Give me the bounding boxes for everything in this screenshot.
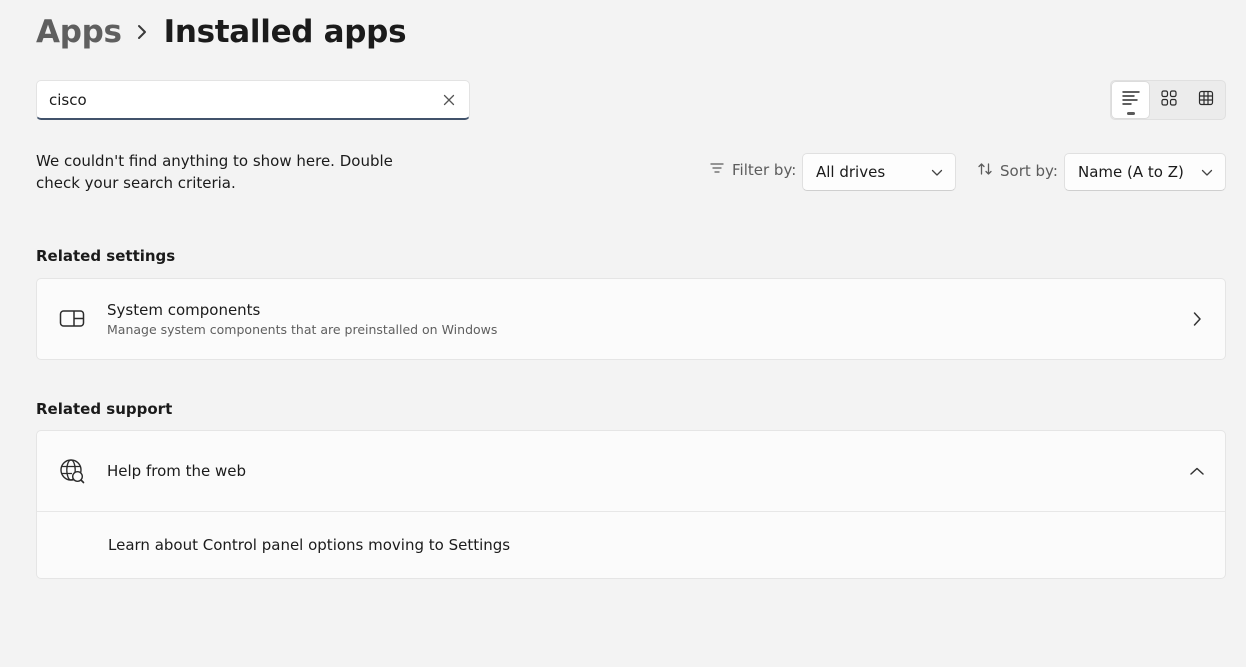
filter-dropdown[interactable]: All drives: [802, 153, 956, 191]
search-input[interactable]: [49, 90, 439, 109]
related-support-heading: Related support: [36, 400, 173, 418]
sort-value: Name (A to Z): [1078, 163, 1184, 181]
installed-apps-page: Apps Installed apps cisco We couldn't fi…: [0, 0, 1246, 667]
grid-icon: [1161, 90, 1177, 110]
list-icon: [1121, 90, 1140, 110]
system-components-link[interactable]: System components Manage system componen…: [37, 279, 1225, 359]
close-icon[interactable]: [439, 90, 459, 110]
help-link-row: Learn about Control panel options moving…: [37, 512, 1225, 578]
grid-view-button[interactable]: [1150, 81, 1187, 119]
active-indicator: [1126, 112, 1135, 115]
sort-icon: [977, 161, 993, 181]
chevron-right-icon: [136, 22, 150, 42]
filter-label: Filter by:: [709, 161, 796, 179]
chevron-up-icon[interactable]: [1189, 463, 1205, 479]
sort-label-text: Sort by:: [1000, 162, 1058, 180]
sort-dropdown[interactable]: Name (A to Z): [1064, 153, 1226, 191]
filter-icon: [709, 161, 725, 179]
system-components-subtitle: Manage system components that are preins…: [107, 322, 498, 337]
chevron-down-icon: [1201, 163, 1213, 181]
system-components-icon: [59, 306, 85, 332]
control-panel-settings-link[interactable]: Learn about Control panel options moving…: [108, 536, 510, 554]
table-icon: [1198, 90, 1214, 110]
filter-value: All drives: [816, 163, 886, 181]
filter-label-text: Filter by:: [732, 161, 797, 179]
help-from-web-card: Help from the web Learn about Control pa…: [36, 430, 1226, 579]
breadcrumb: Apps Installed apps: [36, 14, 407, 50]
breadcrumb-apps-link[interactable]: Apps: [36, 14, 122, 50]
view-mode-toggle: [1110, 80, 1226, 120]
no-results-message: We couldn't find anything to show here. …: [36, 152, 393, 192]
help-from-web-title: Help from the web: [107, 462, 247, 480]
table-view-button[interactable]: [1188, 81, 1225, 119]
system-components-title: System components: [107, 301, 261, 319]
related-settings-heading: Related settings: [36, 247, 176, 265]
sort-label: Sort by:: [977, 161, 1058, 181]
system-components-card: System components Manage system componen…: [36, 278, 1226, 360]
page-title: Installed apps: [163, 14, 407, 50]
globe-help-icon: [59, 458, 85, 484]
help-from-web-header[interactable]: Help from the web: [37, 431, 1225, 511]
chevron-right-icon: [1189, 311, 1205, 327]
list-view-button[interactable]: [1111, 81, 1151, 119]
chevron-down-icon: [931, 163, 943, 181]
search-box: [36, 80, 470, 120]
